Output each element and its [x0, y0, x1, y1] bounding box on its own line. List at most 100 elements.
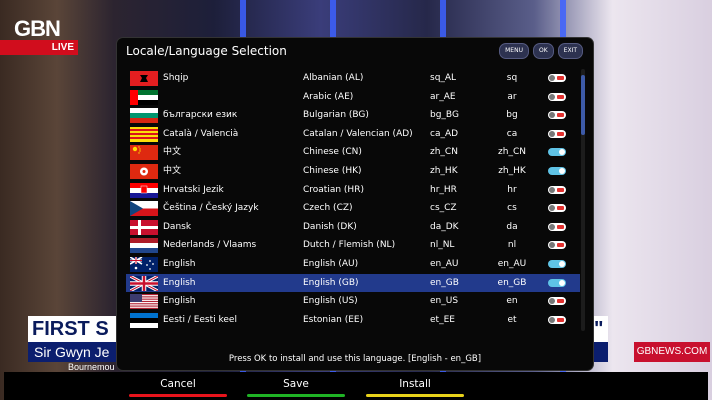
toggle-knob — [549, 242, 555, 249]
short-code: zh_HK — [498, 166, 526, 176]
language-name: Dutch / Flemish (NL) — [303, 240, 396, 251]
install-toggle[interactable] — [548, 111, 566, 120]
install-toggle[interactable] — [548, 129, 566, 138]
install-toggle[interactable] — [548, 222, 566, 231]
save-label: Save — [283, 378, 309, 390]
language-row-zh-cn[interactable]: 中文 Chinese (CN) zh_CN zh_CN — [126, 143, 580, 162]
language-row-ca-ad[interactable]: Català / Valencià Catalan / Valencian (AD… — [126, 125, 580, 144]
native-name: Nederlands / Vlaams — [163, 240, 257, 251]
native-name: Hrvatski Jezik — [163, 184, 224, 195]
install-toggle[interactable] — [548, 204, 566, 213]
install-toggle[interactable] — [548, 297, 566, 306]
install-toggle[interactable] — [548, 185, 566, 194]
language-name: Catalan / Valencian (AD) — [303, 128, 413, 139]
install-hint: Press OK to install and use this languag… — [228, 354, 482, 364]
install-toggle[interactable] — [548, 315, 566, 324]
ticker-text: Bournemou — [68, 362, 115, 372]
native-name: English — [163, 259, 196, 269]
install-label: Install — [399, 378, 431, 390]
flag-icon — [130, 238, 158, 254]
language-list: Shqip Albanian (AL) sq_AL sq Arabic (AE) ar_A… — [126, 69, 580, 331]
scrollbar-thumb[interactable] — [581, 75, 585, 135]
install-toggle[interactable] — [548, 260, 566, 268]
native-name: Shqip — [163, 73, 189, 83]
language-name: Bulgarian (BG) — [303, 110, 369, 121]
language-name: Danish (DK) — [303, 221, 357, 232]
locale-code: zh_HK — [430, 166, 458, 176]
short-code: bg — [506, 110, 518, 121]
red-key-indicator — [129, 394, 227, 397]
short-code: da — [506, 221, 518, 232]
language-row-et-ee[interactable]: Eesti / Eesti keel Estonian (EE) et_EE et — [126, 311, 580, 330]
flag-icon — [130, 164, 158, 179]
install-toggle[interactable] — [548, 167, 566, 175]
flag-icon — [130, 126, 158, 142]
language-selection-dialog: Locale/Language Selection MENU OK EXIT S… — [117, 38, 593, 370]
toggle-knob — [559, 279, 565, 286]
native-name: Dansk — [163, 221, 192, 232]
headline-text: FIRST S — [32, 318, 109, 340]
install-button[interactable]: Install — [366, 378, 464, 397]
flag-icon — [130, 294, 158, 310]
language-row-hr-hr[interactable]: Hrvatski Jezik Croatian (HR) hr_HR hr — [126, 181, 580, 200]
language-row-da-dk[interactable]: Dansk Danish (DK) da_DK da — [126, 218, 580, 237]
install-toggle[interactable] — [548, 241, 566, 250]
locale-code: da_DK — [430, 221, 459, 232]
toggle-knob — [549, 112, 555, 119]
toggle-knob — [549, 298, 555, 305]
flag-icon — [130, 275, 158, 291]
native-name: 中文 — [163, 147, 182, 158]
install-toggle[interactable] — [548, 92, 566, 101]
native-name: Čeština / Český Jazyk — [163, 203, 259, 214]
language-name: English (US) — [303, 296, 358, 307]
short-code: nl — [507, 240, 517, 251]
channel-logo: GBN — [14, 16, 61, 41]
native-name: Català / Valencià — [163, 128, 239, 139]
install-toggle[interactable] — [548, 148, 566, 157]
menu-button[interactable]: MENU — [499, 43, 529, 59]
language-row-sq-al[interactable]: Shqip Albanian (AL) sq_AL sq — [126, 69, 580, 88]
native-name: български език — [163, 110, 238, 121]
locale-code: hr_HR — [430, 184, 457, 195]
install-toggle[interactable] — [548, 278, 566, 287]
save-button[interactable]: Save — [247, 378, 345, 397]
exit-button[interactable]: EXIT — [557, 43, 583, 59]
language-name: Czech (CZ) — [303, 203, 353, 214]
headline-quote: " — [594, 318, 604, 340]
flag-icon — [130, 257, 158, 272]
language-row-zh-hk[interactable]: 中文 Chinese (HK) zh_HK zh_HK — [126, 162, 580, 181]
green-key-indicator — [247, 394, 345, 397]
yellow-key-indicator — [366, 394, 464, 397]
language-name: Estonian (EE) — [303, 314, 364, 325]
install-toggle[interactable] — [548, 74, 566, 82]
flag-icon — [130, 312, 158, 328]
locale-code: ca_AD — [430, 128, 459, 139]
locale-code: sq_AL — [430, 73, 457, 83]
language-row-en-au[interactable]: English English (AU) en_AU en_AU — [126, 255, 580, 274]
short-code: ca — [506, 128, 518, 139]
flag-icon — [130, 108, 158, 124]
locale-code: en_AU — [430, 259, 459, 269]
cancel-button[interactable]: Cancel — [129, 378, 227, 397]
locale-code: bg_BG — [430, 110, 459, 121]
short-code: sq — [506, 73, 518, 83]
language-name: English (GB) — [303, 277, 359, 288]
ok-button[interactable]: OK — [532, 43, 554, 59]
native-name: English — [163, 296, 196, 307]
subline-text: Sir Gwyn Je — [34, 344, 110, 360]
flag-icon — [130, 219, 158, 235]
language-row-en-us[interactable]: English English (US) en_US en — [126, 292, 580, 311]
flag-icon — [130, 89, 158, 105]
short-code: en_GB — [497, 277, 527, 288]
language-row-en-gb[interactable]: English English (GB) en_GB en_GB — [126, 273, 580, 293]
language-row-nl-nl[interactable]: Nederlands / Vlaams Dutch / Flemish (NL) n… — [126, 236, 580, 255]
native-name: 中文 — [163, 166, 182, 176]
locale-code: en_GB — [430, 277, 459, 288]
list-scrollbar[interactable] — [581, 69, 585, 331]
language-row-ar-ae[interactable]: Arabic (AE) ar_AE ar — [126, 88, 580, 107]
dialog-header-buttons: MENU OK EXIT — [499, 43, 583, 59]
locale-code: ar_AE — [430, 91, 456, 102]
language-row-cs-cz[interactable]: Čeština / Český Jazyk Czech (CZ) cs_CZ cs — [126, 199, 580, 218]
flag-icon — [130, 71, 158, 86]
language-row-bg-bg[interactable]: български език Bulgarian (BG) bg_BG bg — [126, 106, 580, 125]
